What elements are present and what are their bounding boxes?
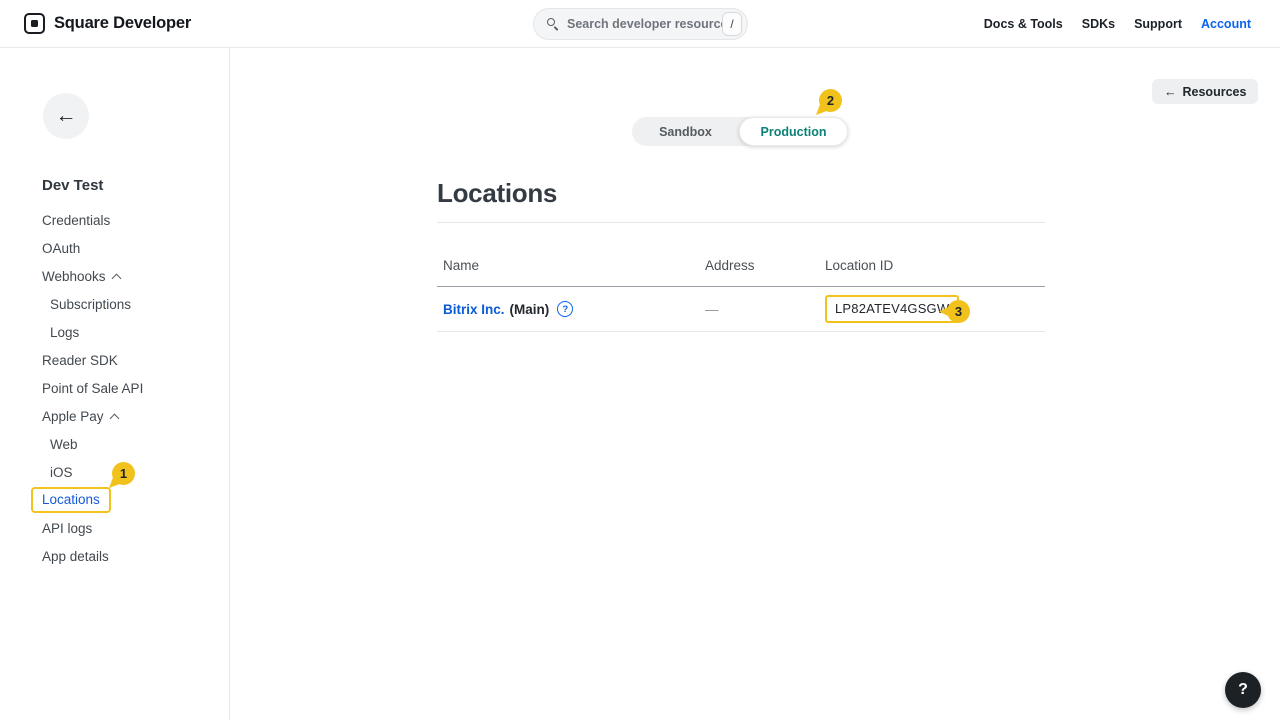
- chevron-up-icon: [111, 413, 119, 421]
- environment-toggle: Sandbox Production: [632, 117, 848, 146]
- location-name-link[interactable]: Bitrix Inc.: [443, 302, 505, 317]
- location-name-cell: Bitrix Inc. (Main) ?: [443, 301, 705, 317]
- app-name: Dev Test: [42, 177, 103, 194]
- nav-support[interactable]: Support: [1134, 17, 1182, 31]
- sidebar-item-locations[interactable]: Locations: [0, 486, 230, 514]
- top-header: Square Developer / Docs & Tools SDKs Sup…: [0, 0, 1280, 48]
- sidebar-item-api-logs[interactable]: API logs: [0, 514, 230, 542]
- back-arrow-icon: ←: [56, 104, 77, 128]
- sidebar-item-webhooks[interactable]: Webhooks: [0, 262, 230, 290]
- divider: [437, 222, 1045, 223]
- location-name-suffix: (Main): [510, 302, 550, 317]
- annotation-badge-1: 1: [112, 462, 135, 485]
- header-nav: Docs & Tools SDKs Support Account: [984, 0, 1251, 48]
- annotation-badge-2: 2: [819, 89, 842, 112]
- sidebar-nav: Credentials OAuth Webhooks Subscriptions…: [0, 206, 230, 570]
- help-button[interactable]: ?: [1225, 672, 1261, 708]
- sidebar-item-logs[interactable]: Logs: [0, 318, 230, 346]
- question-mark-icon: ?: [1238, 681, 1248, 699]
- search-input[interactable]: [567, 17, 722, 31]
- table-header-row: Name Address Location ID: [437, 245, 1045, 287]
- chevron-up-icon: [113, 273, 121, 281]
- square-developer-page: Square Developer / Docs & Tools SDKs Sup…: [0, 0, 1280, 720]
- sidebar-item-apple-pay[interactable]: Apple Pay: [0, 402, 230, 430]
- square-logo-icon: [24, 13, 45, 34]
- sidebar-item-app-details[interactable]: App details: [0, 542, 230, 570]
- sidebar-item-web[interactable]: Web: [0, 430, 230, 458]
- toggle-sandbox[interactable]: Sandbox: [632, 117, 739, 146]
- annotation-highlight-box: Locations: [31, 487, 111, 513]
- sidebar-item-point-of-sale-api[interactable]: Point of Sale API: [0, 374, 230, 402]
- sidebar-item-oauth[interactable]: OAuth: [0, 234, 230, 262]
- nav-sdks[interactable]: SDKs: [1082, 17, 1115, 31]
- brand-title: Square Developer: [54, 14, 191, 33]
- search-icon: [547, 18, 559, 30]
- location-address-cell: —: [705, 302, 825, 317]
- slash-shortcut-key: /: [722, 12, 742, 36]
- search-bar[interactable]: /: [533, 8, 748, 40]
- toggle-production[interactable]: Production: [739, 117, 848, 146]
- location-id-value: LP82ATEV4GSGW: [825, 295, 959, 323]
- nav-account[interactable]: Account: [1201, 17, 1251, 31]
- nav-docs-tools[interactable]: Docs & Tools: [984, 17, 1063, 31]
- sidebar-item-subscriptions[interactable]: Subscriptions: [0, 290, 230, 318]
- column-header-location-id: Location ID: [825, 258, 1045, 273]
- column-header-name: Name: [443, 258, 705, 273]
- back-button[interactable]: ←: [43, 93, 89, 139]
- page-title: Locations: [437, 178, 557, 209]
- sidebar-item-reader-sdk[interactable]: Reader SDK: [0, 346, 230, 374]
- brand[interactable]: Square Developer: [24, 13, 191, 34]
- resources-button[interactable]: ← Resources: [1152, 79, 1258, 104]
- sidebar-item-credentials[interactable]: Credentials: [0, 206, 230, 234]
- column-header-address: Address: [705, 258, 825, 273]
- info-icon[interactable]: ?: [557, 301, 573, 317]
- sidebar: ← Dev Test Credentials OAuth Webhooks Su…: [0, 48, 230, 720]
- back-arrow-icon: ←: [1164, 85, 1177, 99]
- annotation-badge-3: 3: [947, 300, 970, 323]
